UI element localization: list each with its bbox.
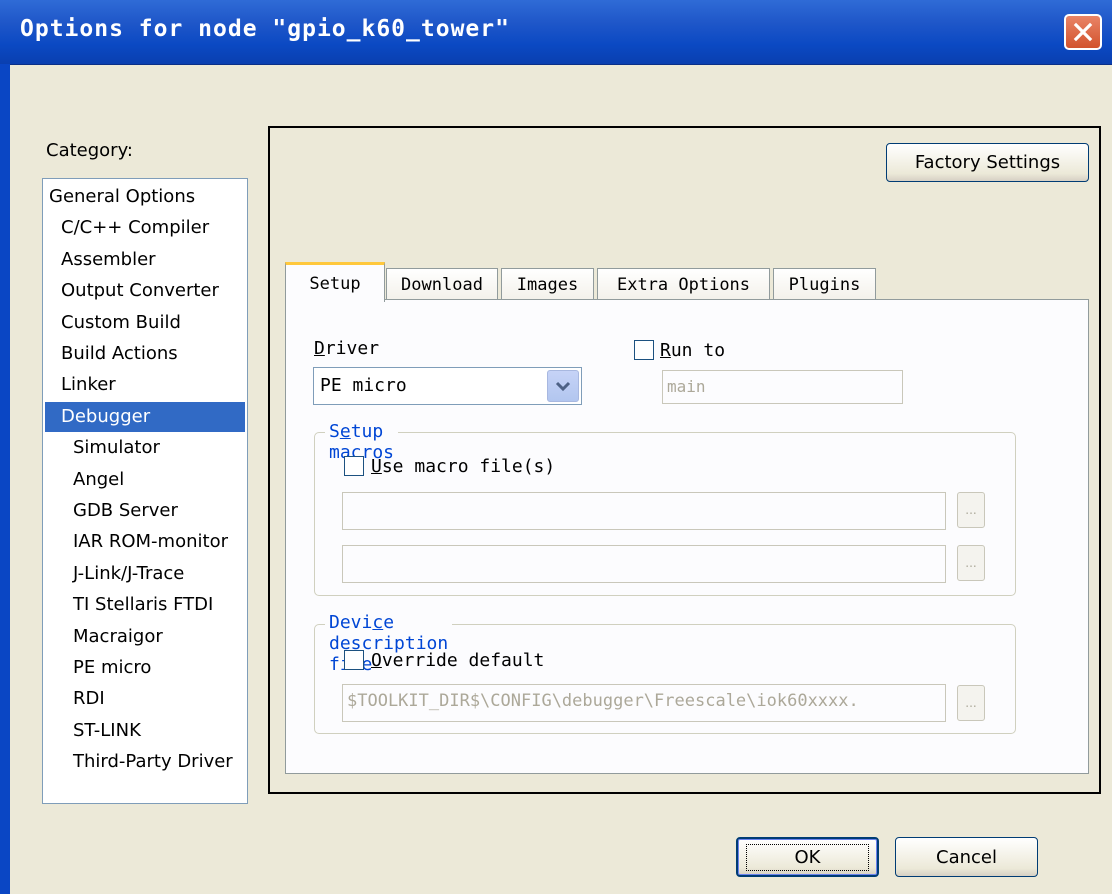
category-item-assembler[interactable]: Assembler — [43, 245, 156, 275]
override-mnemonic: O — [371, 650, 382, 671]
tab-extra-options[interactable]: Extra Options — [597, 268, 770, 300]
category-item-angel[interactable]: Angel — [43, 465, 124, 495]
category-item-build-actions[interactable]: Build Actions — [43, 339, 178, 369]
window-title: Options for node "gpio_k60_tower" — [20, 16, 510, 42]
chevron-down-icon — [555, 381, 571, 392]
use-macro-label-rest: se macro file(s) — [381, 456, 556, 477]
category-item-rdi[interactable]: RDI — [43, 684, 105, 714]
driver-dropdown-value: PE micro — [320, 375, 407, 396]
category-item-iar-rom-monitor[interactable]: IAR ROM-monitor — [43, 527, 228, 557]
driver-dropdown[interactable]: PE micro — [313, 367, 582, 405]
category-item-st-link[interactable]: ST-LINK — [43, 716, 141, 746]
close-icon — [1073, 22, 1093, 42]
window-border-left — [0, 64, 10, 894]
run-to-mnemonic: R — [660, 340, 671, 361]
run-to-checkbox[interactable] — [634, 340, 654, 360]
category-item-pe-micro[interactable]: PE micro — [43, 653, 151, 683]
category-list[interactable]: General Options C/C++ Compiler Assembler Ou… — [42, 178, 248, 804]
macro-file-1-browse-button[interactable]: ... — [957, 492, 985, 528]
macro-file-input-1[interactable] — [342, 492, 946, 530]
override-default-label: Override default — [371, 650, 544, 671]
macro-file-input-2[interactable] — [342, 545, 946, 583]
category-item-general-options[interactable]: General Options — [43, 182, 195, 212]
tab-download[interactable]: Download — [386, 268, 498, 300]
device-legend-mnemonic: c — [372, 612, 384, 633]
category-item-simulator[interactable]: Simulator — [43, 433, 160, 463]
run-to-value: main — [667, 377, 706, 396]
use-macro-mnemonic: U — [371, 456, 382, 477]
setup-macros-s: S — [329, 421, 340, 442]
device-file-browse-button[interactable]: ... — [957, 685, 985, 721]
category-item-third-party-driver[interactable]: Third-Party Driver — [43, 747, 233, 777]
category-item-debugger[interactable]: Debugger — [45, 401, 245, 432]
run-to-label-rest: un to — [670, 340, 726, 361]
ok-button[interactable]: OK — [736, 837, 879, 877]
device-legend-part1: Devi — [329, 612, 373, 633]
category-item-gdb-server[interactable]: GDB Server — [43, 496, 178, 526]
category-item-output-converter[interactable]: Output Converter — [43, 276, 219, 306]
close-button[interactable] — [1064, 14, 1102, 50]
setup-macros-mnemonic: e — [339, 421, 351, 442]
dropdown-arrow-button[interactable] — [547, 370, 579, 402]
run-to-input[interactable]: main — [662, 370, 903, 404]
override-label-rest: verride default — [381, 650, 545, 671]
device-file-input[interactable]: $TOOLKIT_DIR$\CONFIG\debugger\Freescale\… — [342, 684, 946, 722]
macro-file-2-browse-button[interactable]: ... — [957, 545, 985, 581]
factory-settings-button[interactable]: Factory Settings — [886, 143, 1089, 182]
use-macro-label: Use macro file(s) — [371, 456, 555, 477]
category-item-j-link-j-trace[interactable]: J-Link/J-Trace — [43, 559, 184, 589]
category-label: Category: — [46, 140, 133, 161]
use-macro-checkbox[interactable] — [344, 456, 364, 476]
title-bar: Options for node "gpio_k60_tower" — [0, 0, 1112, 65]
category-item-c-c-compiler[interactable]: C/C++ Compiler — [43, 213, 209, 243]
ok-button-label: OK — [745, 843, 870, 871]
run-to-label: Run to — [660, 340, 725, 361]
tab-images[interactable]: Images — [501, 268, 594, 300]
tab-setup[interactable]: Setup — [285, 262, 385, 302]
tab-plugins[interactable]: Plugins — [773, 268, 876, 300]
driver-label: Driver — [314, 338, 379, 359]
category-item-custom-build[interactable]: Custom Build — [43, 308, 181, 338]
category-item-macraigor[interactable]: Macraigor — [43, 622, 163, 652]
driver-label-mnemonic: D — [314, 338, 325, 359]
category-item-linker[interactable]: Linker — [43, 370, 116, 400]
device-file-value: $TOOLKIT_DIR$\CONFIG\debugger\Freescale\… — [347, 691, 859, 711]
cancel-button[interactable]: Cancel — [895, 837, 1038, 877]
category-item-ti-stellaris-ftdi[interactable]: TI Stellaris FTDI — [43, 590, 213, 620]
override-default-checkbox[interactable] — [344, 650, 364, 670]
driver-label-rest: river — [324, 338, 380, 359]
